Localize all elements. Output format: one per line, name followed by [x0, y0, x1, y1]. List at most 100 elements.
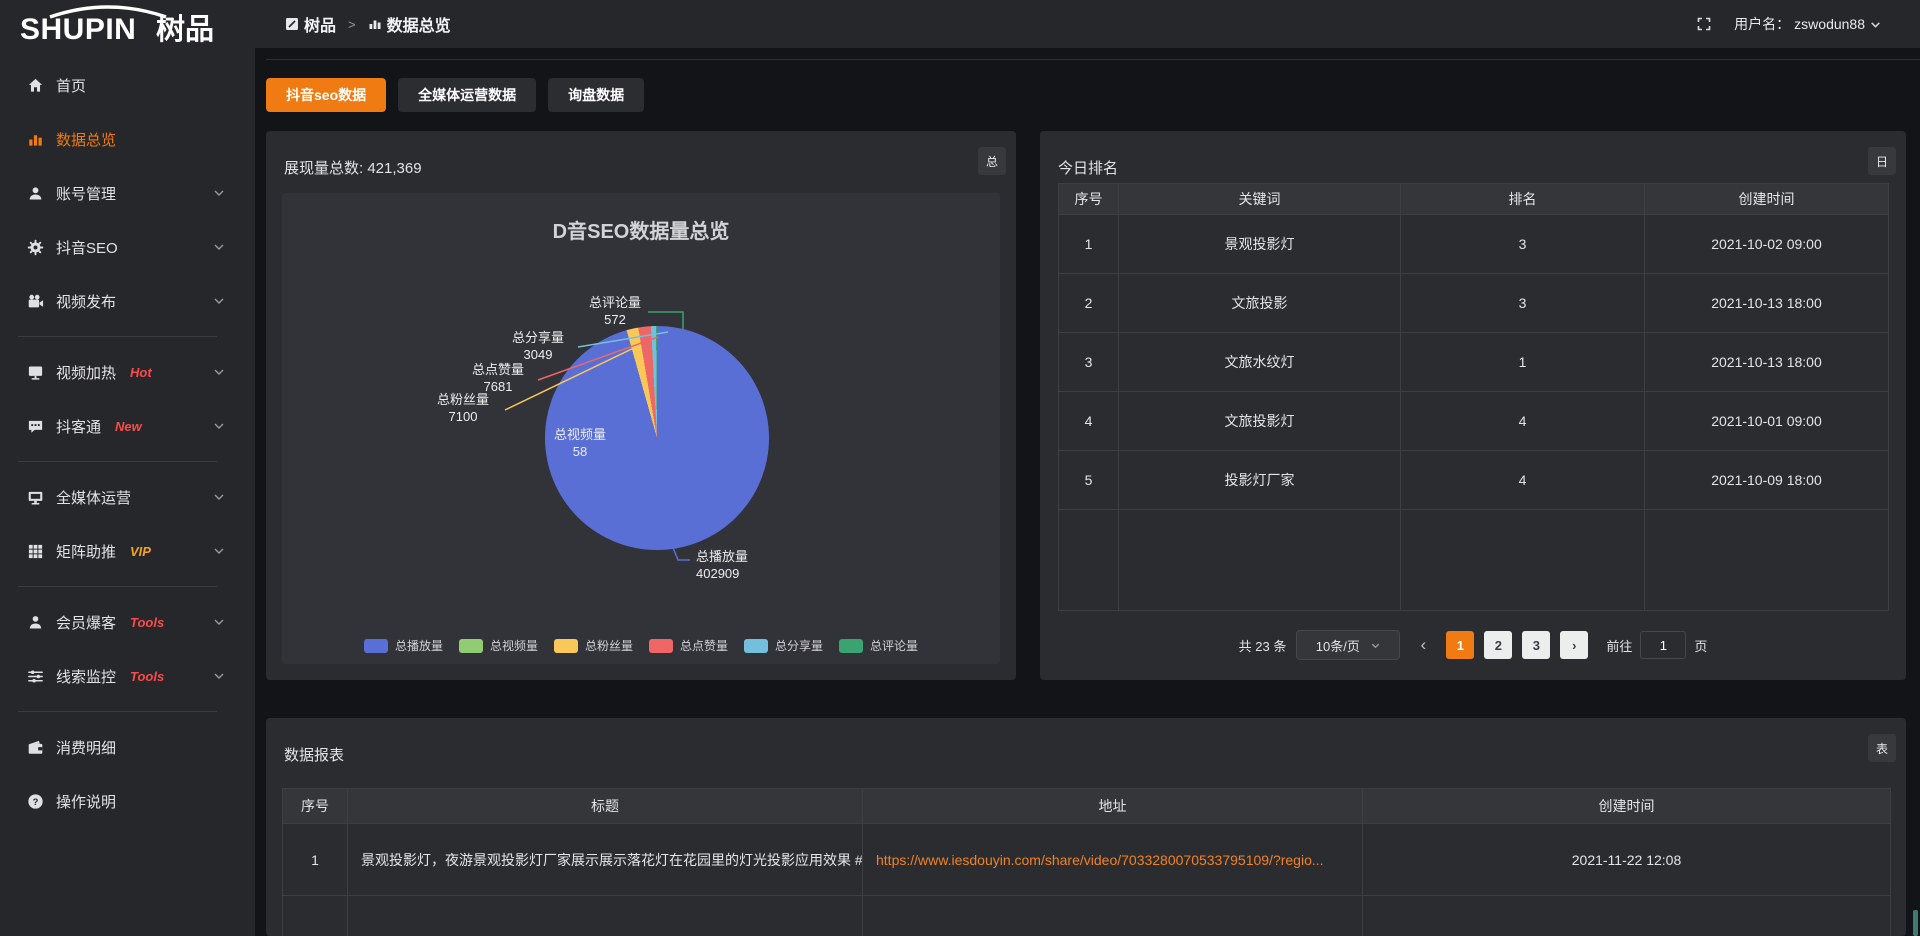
legend-marker — [554, 639, 578, 653]
video-url-link[interactable]: https://www.iesdouyin.com/share/video/70… — [863, 824, 1363, 896]
legend-item-总视频量[interactable]: 总视频量 — [459, 637, 538, 654]
pie-label-总分享量: 总分享量3049 — [512, 329, 564, 363]
sidebar-item-视频加热[interactable]: 视频加热Hot — [0, 345, 255, 399]
goto-page-input[interactable] — [1640, 631, 1686, 659]
empty-cell — [863, 896, 1363, 936]
report-table: 序号标题地址创建时间1景观投影灯，夜游景观投影灯厂家展示展示落花灯在花园里的灯光… — [282, 788, 1891, 936]
pie-label-name: 总评论量 — [589, 294, 641, 311]
sidebar-item-账号管理[interactable]: 账号管理 — [0, 166, 255, 220]
username-label: 用户名： — [1734, 14, 1790, 34]
data-tabs: 抖音seo数据全媒体运营数据询盘数据 — [266, 78, 644, 112]
legend-item-总粉丝量[interactable]: 总粉丝量 — [554, 637, 633, 654]
pagination-total: 共 23 条 — [1239, 636, 1287, 655]
user-menu[interactable]: 用户名： zswodun88 — [1734, 14, 1882, 34]
column-header-创建时间: 创建时间 — [1363, 789, 1891, 824]
person-icon — [26, 613, 44, 631]
page-button-3[interactable]: 3 — [1522, 631, 1550, 659]
table-cell: 3 — [1401, 215, 1645, 274]
chart-title: D音SEO数据量总览 — [282, 215, 1000, 244]
fullscreen-icon[interactable] — [1696, 16, 1712, 32]
legend-marker — [649, 639, 673, 653]
table-cell: 4 — [1401, 392, 1645, 451]
legend-item-总播放量[interactable]: 总播放量 — [364, 637, 443, 654]
chat-icon — [26, 417, 44, 435]
sidebar-item-矩阵助推[interactable]: 矩阵助推 VIP — [0, 524, 255, 578]
sidebar-item-抖音SEO[interactable]: 抖音SEO — [0, 220, 255, 274]
sidebar: 首页数据总览账号管理抖音SEO视频发布视频加热Hot抖客通New全媒体运营矩阵助… — [0, 48, 255, 936]
sidebar-item-label: 账号管理 — [56, 183, 116, 204]
pie-chart-area: D音SEO数据量总览 总播放量402909总视频量58总粉丝量7100总点赞量7… — [282, 193, 1000, 664]
pie-label-name: 总分享量 — [512, 329, 564, 346]
tab-全媒体运营数据[interactable]: 全媒体运营数据 — [398, 78, 536, 112]
report-panel-title: 数据报表 — [284, 744, 344, 765]
legend-label: 总点赞量 — [680, 637, 728, 654]
pie-label-总点赞量: 总点赞量7681 — [472, 361, 524, 395]
page-button-2[interactable]: 2 — [1484, 631, 1512, 659]
legend-item-总点赞量[interactable]: 总点赞量 — [649, 637, 728, 654]
home-icon — [26, 76, 44, 94]
impressions-total-label: 展现量总数: 421,369 — [284, 157, 422, 178]
sidebar-item-label: 矩阵助推 — [56, 541, 116, 562]
today-rank-panel: 今日排名 日 序号关键词排名创建时间1景观投影灯32021-10-02 09:0… — [1040, 131, 1906, 680]
page-size-select[interactable]: 10条/页 — [1296, 630, 1400, 660]
table-cell: 文旅投影 — [1119, 274, 1401, 333]
prev-page-button[interactable]: ‹ — [1410, 631, 1436, 659]
breadcrumb-item-current[interactable]: 数据总览 — [368, 12, 451, 36]
breadcrumb: 树品 > 数据总览 — [285, 12, 451, 36]
chevron-down-icon — [213, 366, 225, 378]
column-header-序号: 序号 — [283, 789, 348, 824]
sidebar-item-badge: VIP — [130, 544, 151, 559]
legend-marker — [839, 639, 863, 653]
sidebar-item-全媒体运营[interactable]: 全媒体运营 — [0, 470, 255, 524]
legend-item-总分享量[interactable]: 总分享量 — [744, 637, 823, 654]
table-view-button[interactable]: 表 — [1868, 734, 1896, 762]
table-row: 1景观投影灯，夜游景观投影灯厂家展示展示落花灯在花园里的灯光投影应用效果 #ht… — [283, 824, 1891, 896]
pie-label-总评论量: 总评论量572 — [589, 294, 641, 328]
sidebar-item-label: 消费明细 — [56, 737, 116, 758]
sidebar-item-数据总览[interactable]: 数据总览 — [0, 112, 255, 166]
rank-table: 序号关键词排名创建时间1景观投影灯32021-10-02 09:002文旅投影3… — [1058, 183, 1889, 611]
total-view-button[interactable]: 总 — [978, 147, 1006, 175]
sidebar-item-badge: Tools — [130, 669, 164, 684]
tab-询盘数据[interactable]: 询盘数据 — [548, 78, 644, 112]
table-cell: 3 — [1059, 333, 1119, 392]
video-title-cell: 景观投影灯，夜游景观投影灯厂家展示展示落花灯在花园里的灯光投影应用效果 # — [348, 824, 863, 896]
sidebar-item-badge: Tools — [130, 615, 164, 630]
sidebar-item-label: 视频发布 — [56, 291, 116, 312]
pie-label-value: 7681 — [472, 378, 524, 395]
sidebar-item-视频发布[interactable]: 视频发布 — [0, 274, 255, 328]
pie-label-value: 402909 — [696, 565, 748, 582]
scrollbar-thumb[interactable] — [1913, 910, 1918, 936]
chevron-down-icon — [213, 241, 225, 253]
gear-icon — [26, 238, 44, 256]
pagination: 共 23 条 10条/页 ‹ 123 › 前往 页 — [1040, 630, 1906, 660]
legend-label: 总视频量 — [490, 637, 538, 654]
pie-label-value: 7100 — [437, 408, 489, 425]
sidebar-item-会员爆客[interactable]: 会员爆客Tools — [0, 595, 255, 649]
page-button-1[interactable]: 1 — [1446, 631, 1474, 659]
wallet-icon — [26, 738, 44, 756]
sidebar-item-首页[interactable]: 首页 — [0, 58, 255, 112]
legend-item-总评论量[interactable]: 总评论量 — [839, 637, 918, 654]
sidebar-item-抖客通[interactable]: 抖客通New — [0, 399, 255, 453]
breadcrumb-item-root[interactable]: 树品 — [285, 12, 336, 36]
tab-抖音seo数据[interactable]: 抖音seo数据 — [266, 78, 386, 112]
rank-panel-title: 今日排名 — [1058, 157, 1118, 178]
empty-cell — [283, 896, 348, 936]
user-icon — [26, 184, 44, 202]
chevron-down-icon — [1869, 18, 1882, 31]
app-logo[interactable]: SHUPIN 树品 — [0, 3, 255, 45]
sidebar-item-label: 操作说明 — [56, 791, 116, 812]
table-cell: 文旅水纹灯 — [1119, 333, 1401, 392]
square-pencil-icon — [285, 17, 299, 31]
next-page-button[interactable]: › — [1560, 631, 1588, 659]
empty-cell — [1059, 510, 1119, 611]
sidebar-divider — [18, 461, 217, 462]
daily-view-button[interactable]: 日 — [1868, 147, 1896, 175]
column-header-关键词: 关键词 — [1119, 184, 1401, 215]
data-report-panel: 数据报表 表 序号标题地址创建时间1景观投影灯，夜游景观投影灯厂家展示展示落花灯… — [266, 718, 1906, 936]
sidebar-item-消费明细[interactable]: 消费明细 — [0, 720, 255, 774]
sidebar-item-线索监控[interactable]: 线索监控Tools — [0, 649, 255, 703]
sidebar-item-操作说明[interactable]: ?操作说明 — [0, 774, 255, 828]
row-index-cell: 1 — [283, 824, 348, 896]
